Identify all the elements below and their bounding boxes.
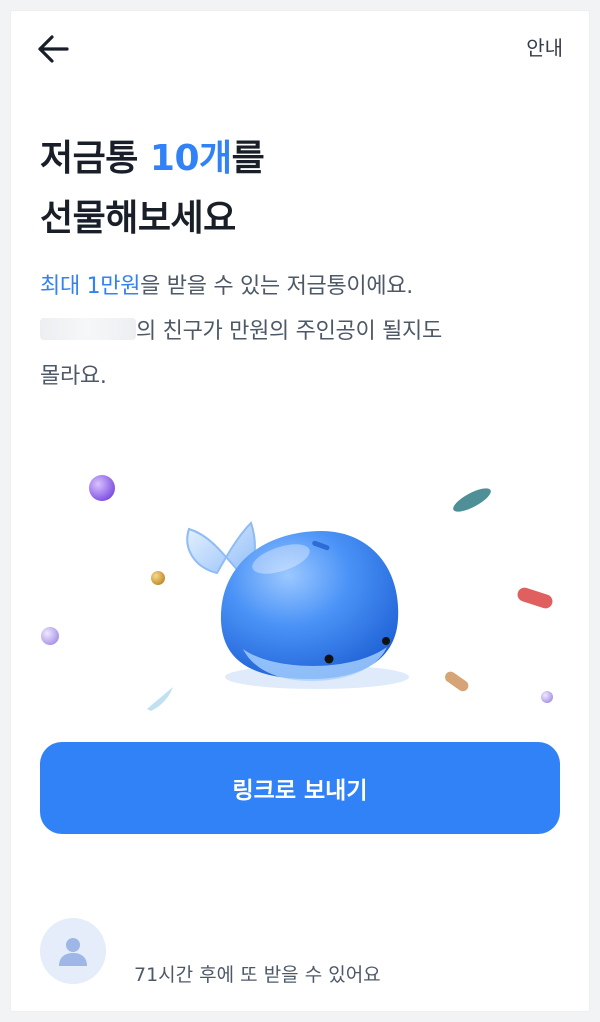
back-button[interactable] xyxy=(31,31,75,67)
light-sliver xyxy=(147,687,173,711)
send-link-button[interactable]: 링크로 보내기 xyxy=(40,742,560,834)
description-line-2: 의 친구가 만원의 주인공이 될지도 xyxy=(40,309,570,354)
red-capsule xyxy=(517,587,553,609)
description: 최대 1만원을 받을 수 있는 저금통이에요. 의 친구가 만원의 주인공이 될… xyxy=(40,264,570,399)
purple-orb xyxy=(89,475,115,501)
title-line-2: 선물해보세요 xyxy=(40,198,236,239)
title-count: 10개 xyxy=(149,138,232,179)
redacted-name xyxy=(40,318,136,340)
tan-capsule xyxy=(445,671,469,692)
arrow-left-icon xyxy=(38,35,69,63)
lavender-bead xyxy=(541,691,553,703)
gift-piggy-bank-screen: 안내 저금통 10개를 선물해보세요 최대 1만원을 받을 수 있는 저금통이에… xyxy=(11,11,589,1011)
guide-link[interactable]: 안내 xyxy=(526,32,563,61)
title-prefix: 저금통 xyxy=(40,138,150,179)
page-title: 저금통 10개를 선물해보세요 xyxy=(40,129,265,249)
avatar xyxy=(40,918,106,984)
description-line-1: 최대 1만원을 받을 수 있는 저금통이에요. xyxy=(40,274,413,299)
lavender-orb xyxy=(41,627,59,645)
cooldown-text: 71시간 후에 또 받을 수 있어요 xyxy=(134,964,381,986)
user-avatar-icon xyxy=(59,938,87,966)
max-amount: 최대 1만원 xyxy=(40,274,141,299)
whale-eye-left xyxy=(324,654,334,664)
whale-piggy-bank-illustration xyxy=(41,475,553,711)
title-suffix: 를 xyxy=(231,138,265,179)
gold-bead xyxy=(151,571,165,585)
title-line-1: 저금통 10개를 xyxy=(40,129,265,189)
teal-disc xyxy=(453,488,491,512)
description-line-3: 몰라요. xyxy=(40,364,107,389)
whale-eye-right xyxy=(382,637,390,645)
